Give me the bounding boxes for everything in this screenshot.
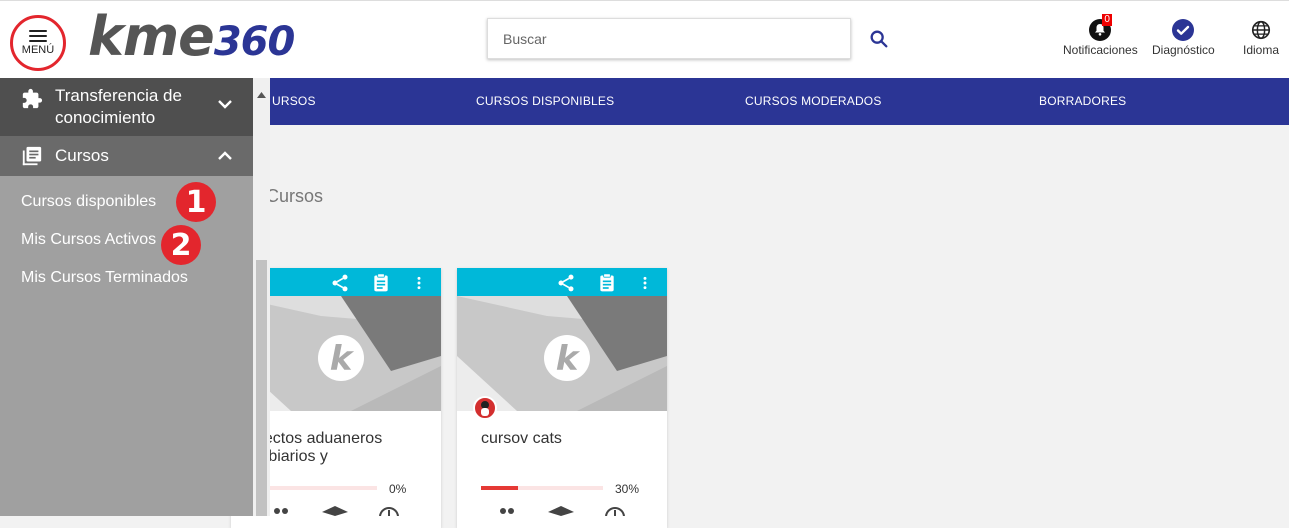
progress-percent: 30% [615,482,640,496]
graduation-cap-icon[interactable] [322,506,348,516]
clipboard-icon[interactable] [597,273,617,293]
annotation-marker-2: 2 [161,225,201,265]
diagnostic-button[interactable]: Diagnóstico [1152,17,1215,57]
more-vert-icon[interactable] [411,273,427,293]
search-box [487,18,851,59]
logo-360: 360 [213,19,295,65]
share-icon[interactable] [329,273,351,293]
diagnostic-label: Diagnóstico [1152,43,1215,57]
tab-drafts[interactable]: BORRADORES [1039,94,1126,108]
chevron-down-icon [218,100,232,109]
hamburger-icon [29,30,47,42]
language-button[interactable]: Idioma [1243,17,1279,57]
svg-text:k: k [556,339,581,379]
search-icon[interactable] [868,28,890,50]
annotation-marker-1: 1 [176,182,216,222]
menu-label: MENÚ [21,44,55,56]
logo-kme: kme [88,5,215,68]
svg-text:k: k [330,339,355,379]
notification-count-badge: 0 [1102,14,1112,26]
course-title: pectos aduaneros mbiarios y [255,430,383,465]
scrollbar-thumb[interactable] [256,260,267,516]
tab-moderated-courses[interactable]: CURSOS MODERADOS [745,94,882,108]
timer-icon[interactable] [378,506,400,516]
globe-icon [1251,20,1271,40]
course-title: cursov cats [481,430,562,447]
course-card[interactable]: k cursov cats 30% [457,268,667,528]
tab-my-courses[interactable]: URSOS [272,94,316,108]
users-icon[interactable] [272,506,290,516]
puzzle-icon [22,88,43,109]
graduation-cap-icon[interactable] [548,506,574,516]
timer-icon[interactable] [604,506,626,516]
share-icon[interactable] [555,273,577,293]
logo[interactable]: kme 360 [88,5,295,68]
sidebar-menu: Transferencia de conocimiento Cursos Cur… [0,78,253,516]
library-books-icon [22,146,42,166]
menu-button[interactable]: MENÚ [10,15,66,71]
author-avatar[interactable] [473,396,497,420]
user-avatar-icon [481,401,489,416]
sidebar-item-my-finished-courses[interactable]: Mis Cursos Terminados [21,269,188,287]
course-thumbnail: k [457,296,667,411]
search-input[interactable] [488,19,850,58]
sidebar-item-available-courses[interactable]: Cursos disponibles [21,193,156,211]
progress-bar [255,486,377,490]
chevron-up-icon [218,151,232,160]
sidebar-scrollbar[interactable] [253,78,270,516]
sidebar-group-label: Transferencia de conocimiento [55,86,182,127]
card-toolbar [457,268,667,296]
check-circle-icon [1172,19,1195,41]
section-title: Cursos [266,186,324,206]
sidebar-group-courses[interactable]: Cursos [0,136,253,176]
notifications-button[interactable]: 0 Notificaciones [1063,14,1138,57]
clipboard-icon[interactable] [371,273,391,293]
users-icon[interactable] [498,506,516,516]
more-vert-icon[interactable] [637,273,653,293]
tab-available-courses[interactable]: CURSOS DISPONIBLES [476,94,614,108]
language-label: Idioma [1243,43,1280,57]
notifications-label: Notificaciones [1063,43,1138,57]
sidebar-group-knowledge-transfer[interactable]: Transferencia de conocimiento [0,78,253,136]
progress-percent: 0% [389,482,407,496]
progress-bar [481,486,603,490]
scroll-up-arrow-icon[interactable] [257,92,266,98]
sidebar-item-my-active-courses[interactable]: Mis Cursos Activos [21,231,156,249]
header: MENÚ kme 360 0 Notificaciones Diagnósti [0,0,1289,78]
sidebar-group-label: Cursos [55,146,109,165]
